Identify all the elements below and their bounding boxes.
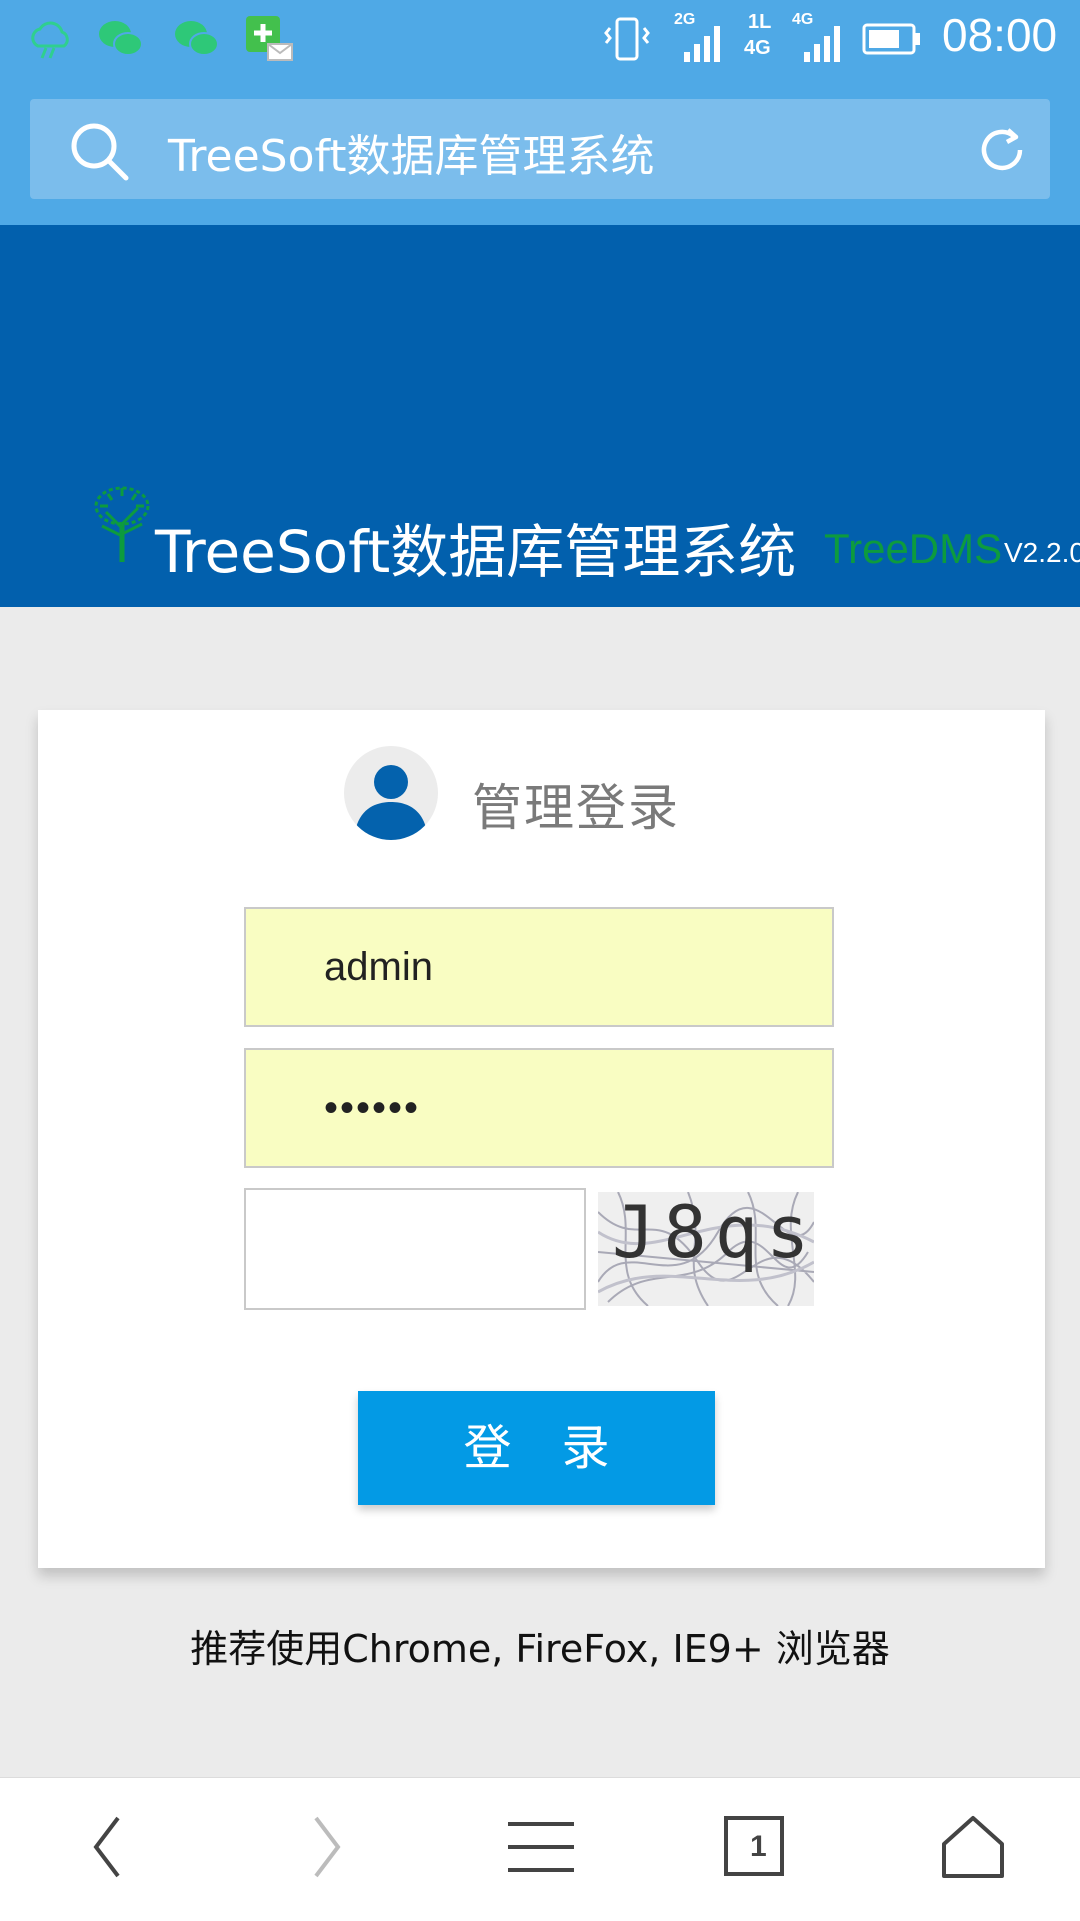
wechat-icon	[99, 21, 143, 56]
login-button[interactable]: 登录	[358, 1391, 715, 1505]
menu-icon[interactable]	[506, 1812, 576, 1882]
browser-hint: 推荐使用Chrome, FireFox, IE9+ 浏览器	[190, 1627, 890, 1671]
tab-count: 1	[750, 1830, 767, 1863]
login-heading: 管理登录	[472, 779, 680, 837]
signal-icon	[684, 26, 720, 62]
password-input[interactable]: ••••••	[244, 1048, 834, 1168]
forward-icon[interactable]	[292, 1812, 362, 1882]
weather-cloud-icon	[31, 21, 69, 59]
refresh-icon[interactable]	[974, 122, 1030, 178]
signal-type-label: 1L	[748, 11, 772, 33]
vibrate-icon	[604, 17, 650, 61]
username-input[interactable]: admin	[244, 907, 834, 1027]
version-label: V2.2.0	[1004, 537, 1080, 568]
wechat-icon	[175, 21, 219, 56]
signal-type-label: 4G	[744, 37, 771, 59]
battery-icon	[862, 23, 920, 55]
site-title: TreeSoft数据库管理系统	[155, 518, 797, 586]
status-time: 08:00	[942, 9, 1058, 61]
security-shield-icon	[246, 16, 293, 61]
address-text[interactable]: TreeSoft数据库管理系统	[168, 120, 655, 184]
captcha-input[interactable]	[244, 1188, 586, 1310]
tree-logo-icon	[94, 486, 150, 562]
signal-icon	[804, 26, 840, 62]
back-icon[interactable]	[72, 1812, 142, 1882]
captcha-text: J8qs	[612, 1190, 818, 1274]
brand-name: TreeDMS	[824, 525, 1003, 572]
user-avatar-icon	[344, 746, 438, 840]
search-icon[interactable]	[68, 120, 130, 182]
home-icon[interactable]	[938, 1812, 1008, 1882]
